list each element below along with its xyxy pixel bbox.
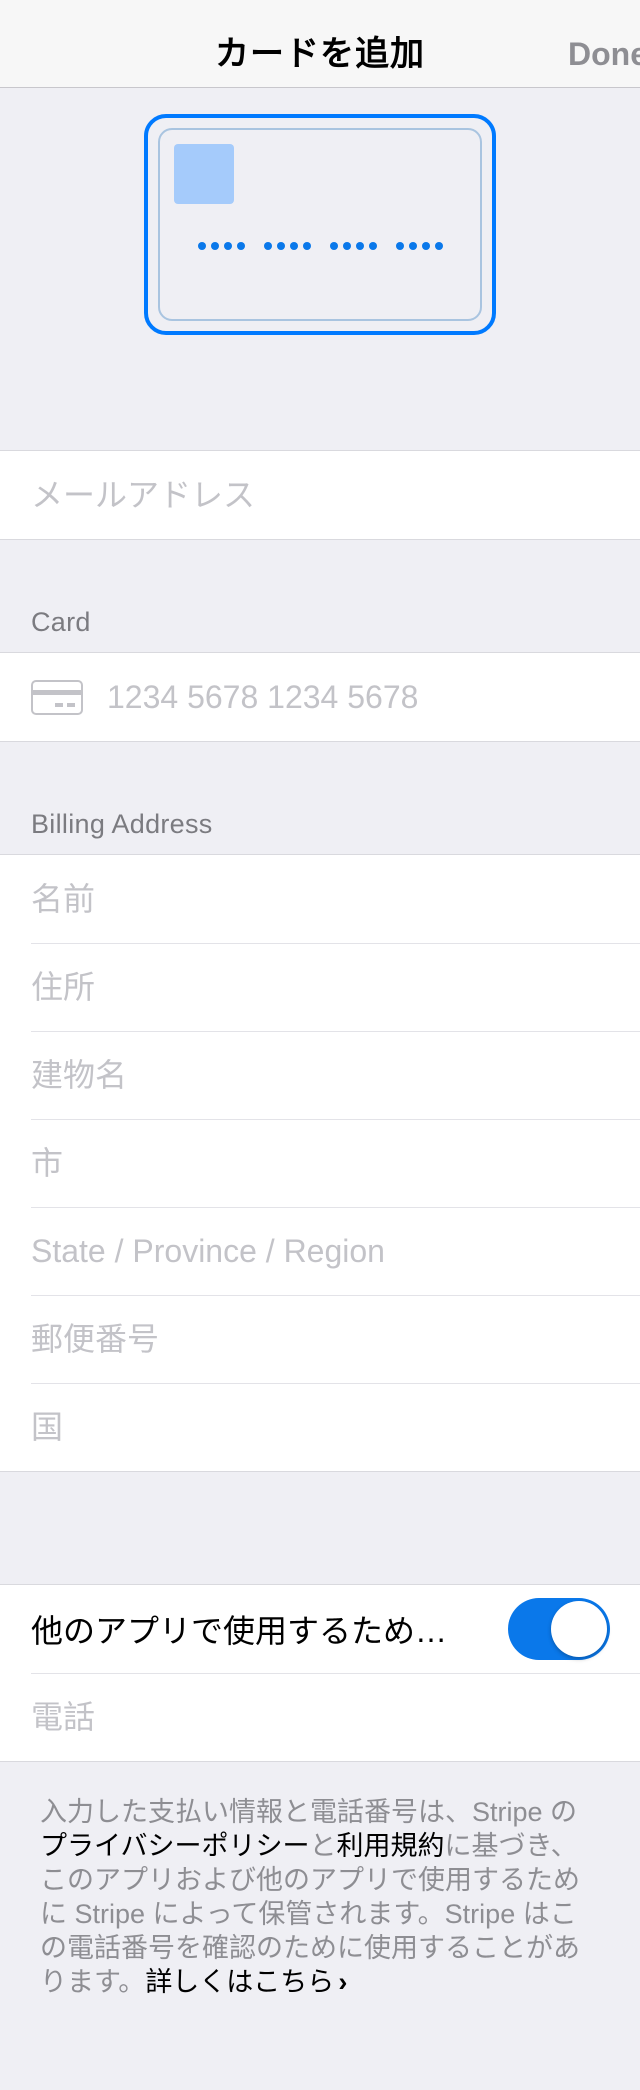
email-field[interactable] <box>31 476 640 514</box>
billing-row-address <box>0 943 640 1031</box>
card-number-dots <box>160 225 480 257</box>
billing-group <box>0 854 640 1472</box>
card-preview <box>144 114 496 335</box>
save-toggle-row: 他のアプリで使用するため… <box>0 1585 640 1673</box>
page-title: カードを追加 <box>215 35 425 73</box>
terms-link[interactable]: 利用規約 <box>336 1831 444 1861</box>
chevron-right-icon: › <box>338 1967 348 1997</box>
card-group <box>0 652 640 742</box>
billing-row-state <box>0 1207 640 1295</box>
card-number-row <box>0 653 640 741</box>
city-field[interactable] <box>31 1144 640 1182</box>
email-row <box>0 451 640 539</box>
learn-more-link[interactable]: 詳しくはこちら <box>145 1967 334 1997</box>
navigation-bar: カードを追加 Done <box>0 0 640 88</box>
billing-row-country <box>0 1383 640 1471</box>
billing-row-building <box>0 1031 640 1119</box>
card-preview-inner <box>158 128 482 321</box>
postal-code-field[interactable] <box>31 1320 640 1358</box>
billing-row-name <box>0 855 640 943</box>
phone-field[interactable] <box>31 1698 640 1736</box>
privacy-policy-link[interactable]: プライバシーポリシー <box>40 1831 309 1861</box>
name-field[interactable] <box>31 880 640 918</box>
legal-text-1: 入力した支払い情報と電話番号は、Stripe の <box>40 1797 578 1827</box>
billing-row-city <box>0 1119 640 1207</box>
phone-row <box>0 1673 640 1761</box>
billing-section-header: Billing Address <box>31 809 213 839</box>
save-group: 他のアプリで使用するため… <box>0 1584 640 1762</box>
email-group <box>0 450 640 540</box>
state-field[interactable] <box>31 1232 640 1270</box>
toggle-knob <box>551 1601 607 1657</box>
billing-row-postal <box>0 1295 640 1383</box>
legal-notice: 入力した支払い情報と電話番号は、Stripe のプライバシーポリシーと利用規約に… <box>40 1795 600 1999</box>
save-toggle-label: 他のアプリで使用するため… <box>31 1613 448 1649</box>
address-field[interactable] <box>31 968 640 1006</box>
card-number-field[interactable] <box>107 678 640 716</box>
credit-card-icon <box>31 679 83 715</box>
card-section-header: Card <box>31 607 91 637</box>
card-chip-icon <box>174 144 234 204</box>
building-field[interactable] <box>31 1056 640 1094</box>
legal-text-2: と <box>309 1831 337 1861</box>
country-field[interactable] <box>31 1408 640 1446</box>
save-toggle-switch[interactable] <box>508 1598 610 1660</box>
done-button[interactable]: Done <box>568 0 640 88</box>
